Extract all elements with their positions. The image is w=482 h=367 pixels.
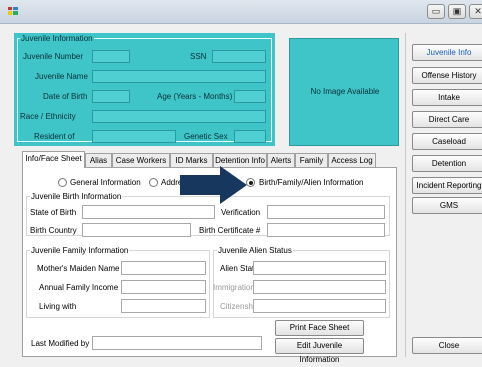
last-modified-by-label: Last Modified by <box>31 339 90 348</box>
living-with-field[interactable] <box>121 299 206 313</box>
birth-country-field[interactable] <box>82 223 191 237</box>
state-of-birth-field[interactable] <box>82 205 215 219</box>
sidebar-item-incident-reporting[interactable]: Incident Reporting <box>412 177 482 194</box>
living-with-label: Living with <box>39 302 77 311</box>
window-titlebar: ▭ ▣ ✕ <box>0 0 482 24</box>
ssn-field[interactable] <box>212 50 266 63</box>
close-button[interactable]: Close <box>412 337 482 354</box>
alien-status-field[interactable] <box>253 261 386 275</box>
birth-family-alien-label: Birth/Family/Alien Information <box>259 178 364 187</box>
sidebar-item-juvenile-info[interactable]: Juvenile Info <box>412 44 482 61</box>
print-face-sheet-button[interactable]: Print Face Sheet <box>275 320 364 336</box>
tab-detention-info[interactable]: Detention Info <box>213 153 267 167</box>
photo-panel: No Image Available <box>289 38 399 146</box>
birth-certificate-label: Birth Certificate # <box>199 226 261 235</box>
juvenile-name-field[interactable] <box>92 70 266 83</box>
tab-info-face-sheet[interactable]: Info/Face Sheet <box>22 151 85 168</box>
mothers-maiden-name-label: Mother's Maiden Name <box>37 264 120 273</box>
genetic-sex-label: Genetic Sex <box>184 132 228 141</box>
minimize-button[interactable]: ▭ <box>427 4 445 19</box>
juvenile-info-legend: Juvenile Information <box>20 34 94 43</box>
tab-alias[interactable]: Alias <box>85 153 112 167</box>
date-of-birth-label: Date of Birth <box>43 92 88 101</box>
ssn-label: SSN <box>190 52 207 61</box>
mothers-maiden-name-field[interactable] <box>121 261 206 275</box>
tab-family[interactable]: Family <box>295 153 328 167</box>
last-modified-by-field[interactable] <box>92 336 262 350</box>
maximize-button[interactable]: ▣ <box>448 4 466 19</box>
sidebar-item-offense-history[interactable]: Offense History <box>412 67 482 84</box>
annual-family-income-field[interactable] <box>121 280 206 294</box>
juvenile-info-panel: Juvenile Information Juvenile Number SSN… <box>14 33 275 146</box>
age-field[interactable] <box>234 90 266 103</box>
general-information-label: General Information <box>70 178 141 187</box>
address-radio[interactable] <box>149 178 158 187</box>
immigration-field[interactable] <box>253 280 386 294</box>
tab-case-workers[interactable]: Case Workers <box>112 153 170 167</box>
sidebar-item-detention[interactable]: Detention <box>412 155 482 172</box>
juvenile-number-field[interactable] <box>92 50 130 63</box>
no-image-text: No Image Available <box>310 87 380 96</box>
tab-id-marks[interactable]: ID Marks <box>170 153 213 167</box>
edit-juvenile-information-button[interactable]: Edit Juvenile Information <box>275 338 364 364</box>
verification-label: Verification <box>221 208 261 217</box>
genetic-sex-field[interactable] <box>234 130 266 143</box>
tab-alerts[interactable]: Alerts <box>267 153 295 167</box>
birth-certificate-field[interactable] <box>267 223 385 237</box>
age-label: Age (Years - Months) <box>157 92 233 101</box>
annotation-arrow-icon <box>180 166 247 204</box>
alien-status-legend: Juvenile Alien Status <box>217 246 293 255</box>
sidebar-item-direct-care[interactable]: Direct Care <box>412 111 482 128</box>
app-icon <box>8 7 18 15</box>
citizenship-field[interactable] <box>253 299 386 313</box>
general-information-radio[interactable] <box>58 178 67 187</box>
tab-access-log[interactable]: Access Log <box>328 153 376 167</box>
juvenile-name-label: Juvenile Name <box>35 72 88 81</box>
race-ethnicity-label: Race / Ethnicity <box>20 112 76 121</box>
family-info-legend: Juvenile Family Information <box>30 246 130 255</box>
date-of-birth-field[interactable] <box>92 90 130 103</box>
birth-country-label: Birth Country <box>30 226 77 235</box>
annual-family-income-label: Annual Family Income <box>39 283 119 292</box>
sidebar-item-intake[interactable]: Intake <box>412 89 482 106</box>
race-ethnicity-field[interactable] <box>92 110 266 123</box>
birth-info-legend: Juvenile Birth Information <box>30 192 123 201</box>
close-window-button[interactable]: ✕ <box>469 4 482 19</box>
sidebar-item-gms[interactable]: GMS <box>412 197 482 214</box>
sidebar-item-caseload[interactable]: Caseload <box>412 133 482 150</box>
state-of-birth-label: State of Birth <box>30 208 77 217</box>
verification-field[interactable] <box>267 205 385 219</box>
resident-of-label: Resident of <box>34 132 75 141</box>
resident-of-field[interactable] <box>92 130 176 143</box>
juvenile-number-label: Juvenile Number <box>23 52 84 61</box>
